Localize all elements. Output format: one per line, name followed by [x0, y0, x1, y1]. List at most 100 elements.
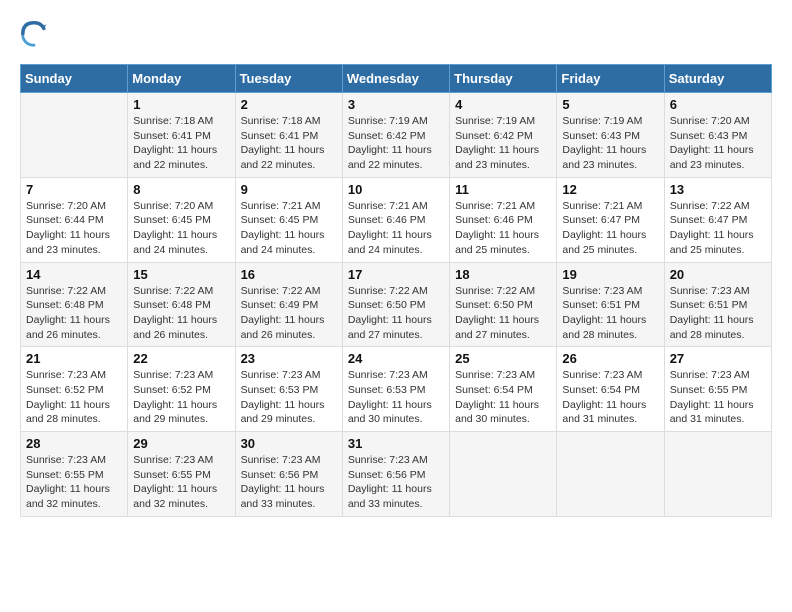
- day-detail: Sunrise: 7:22 AM Sunset: 6:48 PM Dayligh…: [26, 284, 122, 343]
- day-detail: Sunrise: 7:23 AM Sunset: 6:53 PM Dayligh…: [348, 368, 444, 427]
- logo: [20, 20, 54, 48]
- day-detail: Sunrise: 7:22 AM Sunset: 6:48 PM Dayligh…: [133, 284, 229, 343]
- day-number: 10: [348, 182, 444, 197]
- calendar-cell: 8 Sunrise: 7:20 AM Sunset: 6:45 PM Daylig…: [128, 177, 235, 262]
- day-number: 2: [241, 97, 337, 112]
- day-detail: Sunrise: 7:23 AM Sunset: 6:52 PM Dayligh…: [26, 368, 122, 427]
- day-detail: Sunrise: 7:21 AM Sunset: 6:45 PM Dayligh…: [241, 199, 337, 258]
- week-row-5: 28 Sunrise: 7:23 AM Sunset: 6:55 PM Dayli…: [21, 432, 772, 517]
- day-number: 27: [670, 351, 766, 366]
- calendar-cell: [557, 432, 664, 517]
- day-number: 23: [241, 351, 337, 366]
- day-number: 16: [241, 267, 337, 282]
- calendar-cell: 6Sunrise: 7:20 AM Sunset: 6:43 PM Daylig…: [664, 93, 771, 178]
- calendar-cell: 31 Sunrise: 7:23 AM Sunset: 6:56 PM Dayli…: [342, 432, 449, 517]
- calendar-cell: 26 Sunrise: 7:23 AM Sunset: 6:54 PM Dayli…: [557, 347, 664, 432]
- col-header-saturday: Saturday: [664, 65, 771, 93]
- day-number: 29: [133, 436, 229, 451]
- calendar-cell: 28 Sunrise: 7:23 AM Sunset: 6:55 PM Dayli…: [21, 432, 128, 517]
- col-header-friday: Friday: [557, 65, 664, 93]
- calendar-cell: 2 Sunrise: 7:18 AM Sunset: 6:41 PM Daylig…: [235, 93, 342, 178]
- calendar-cell: 3 Sunrise: 7:19 AM Sunset: 6:42 PM Daylig…: [342, 93, 449, 178]
- calendar-cell: 30Sunrise: 7:23 AM Sunset: 6:56 PM Dayli…: [235, 432, 342, 517]
- day-number: 22: [133, 351, 229, 366]
- day-number: 24: [348, 351, 444, 366]
- day-detail: Sunrise: 7:23 AM Sunset: 6:54 PM Dayligh…: [562, 368, 658, 427]
- day-number: 18: [455, 267, 551, 282]
- header-row: SundayMondayTuesdayWednesdayThursdayFrid…: [21, 65, 772, 93]
- calendar-cell: 14 Sunrise: 7:22 AM Sunset: 6:48 PM Dayli…: [21, 262, 128, 347]
- day-number: 31: [348, 436, 444, 451]
- calendar-cell: 15 Sunrise: 7:22 AM Sunset: 6:48 PM Dayli…: [128, 262, 235, 347]
- calendar-cell: 9 Sunrise: 7:21 AM Sunset: 6:45 PM Daylig…: [235, 177, 342, 262]
- calendar-table: SundayMondayTuesdayWednesdayThursdayFrid…: [20, 64, 772, 517]
- calendar-cell: 13Sunrise: 7:22 AM Sunset: 6:47 PM Dayli…: [664, 177, 771, 262]
- day-detail: Sunrise: 7:21 AM Sunset: 6:46 PM Dayligh…: [348, 199, 444, 258]
- day-number: 28: [26, 436, 122, 451]
- day-detail: Sunrise: 7:20 AM Sunset: 6:44 PM Dayligh…: [26, 199, 122, 258]
- day-number: 30: [241, 436, 337, 451]
- calendar-cell: 22 Sunrise: 7:23 AM Sunset: 6:52 PM Dayli…: [128, 347, 235, 432]
- logo-icon: [20, 20, 48, 48]
- day-number: 8: [133, 182, 229, 197]
- day-detail: Sunrise: 7:22 AM Sunset: 6:49 PM Dayligh…: [241, 284, 337, 343]
- week-row-2: 7 Sunrise: 7:20 AM Sunset: 6:44 PM Daylig…: [21, 177, 772, 262]
- day-detail: Sunrise: 7:23 AM Sunset: 6:55 PM Dayligh…: [670, 368, 766, 427]
- day-number: 1: [133, 97, 229, 112]
- calendar-cell: 20 Sunrise: 7:23 AM Sunset: 6:51 PM Dayli…: [664, 262, 771, 347]
- calendar-cell: 16 Sunrise: 7:22 AM Sunset: 6:49 PM Dayli…: [235, 262, 342, 347]
- page-header: [20, 20, 772, 48]
- calendar-cell: 23 Sunrise: 7:23 AM Sunset: 6:53 PM Dayli…: [235, 347, 342, 432]
- day-detail: Sunrise: 7:18 AM Sunset: 6:41 PM Dayligh…: [133, 114, 229, 173]
- calendar-cell: 10 Sunrise: 7:21 AM Sunset: 6:46 PM Dayli…: [342, 177, 449, 262]
- day-number: 11: [455, 182, 551, 197]
- day-number: 14: [26, 267, 122, 282]
- day-number: 6: [670, 97, 766, 112]
- day-detail: Sunrise: 7:18 AM Sunset: 6:41 PM Dayligh…: [241, 114, 337, 173]
- col-header-thursday: Thursday: [450, 65, 557, 93]
- day-detail: Sunrise: 7:19 AM Sunset: 6:43 PM Dayligh…: [562, 114, 658, 173]
- day-number: 17: [348, 267, 444, 282]
- col-header-tuesday: Tuesday: [235, 65, 342, 93]
- day-detail: Sunrise: 7:23 AM Sunset: 6:55 PM Dayligh…: [26, 453, 122, 512]
- day-number: 25: [455, 351, 551, 366]
- calendar-cell: 25Sunrise: 7:23 AM Sunset: 6:54 PM Dayli…: [450, 347, 557, 432]
- day-number: 13: [670, 182, 766, 197]
- day-number: 7: [26, 182, 122, 197]
- calendar-cell: 29Sunrise: 7:23 AM Sunset: 6:55 PM Dayli…: [128, 432, 235, 517]
- week-row-1: 1 Sunrise: 7:18 AM Sunset: 6:41 PM Daylig…: [21, 93, 772, 178]
- calendar-cell: 17Sunrise: 7:22 AM Sunset: 6:50 PM Dayli…: [342, 262, 449, 347]
- col-header-sunday: Sunday: [21, 65, 128, 93]
- day-detail: Sunrise: 7:19 AM Sunset: 6:42 PM Dayligh…: [455, 114, 551, 173]
- day-number: 12: [562, 182, 658, 197]
- calendar-cell: 5 Sunrise: 7:19 AM Sunset: 6:43 PM Daylig…: [557, 93, 664, 178]
- day-detail: Sunrise: 7:22 AM Sunset: 6:50 PM Dayligh…: [455, 284, 551, 343]
- day-detail: Sunrise: 7:20 AM Sunset: 6:45 PM Dayligh…: [133, 199, 229, 258]
- day-detail: Sunrise: 7:23 AM Sunset: 6:51 PM Dayligh…: [670, 284, 766, 343]
- day-number: 19: [562, 267, 658, 282]
- week-row-4: 21 Sunrise: 7:23 AM Sunset: 6:52 PM Dayli…: [21, 347, 772, 432]
- day-number: 5: [562, 97, 658, 112]
- calendar-cell: 12Sunrise: 7:21 AM Sunset: 6:47 PM Dayli…: [557, 177, 664, 262]
- day-detail: Sunrise: 7:23 AM Sunset: 6:51 PM Dayligh…: [562, 284, 658, 343]
- day-detail: Sunrise: 7:23 AM Sunset: 6:52 PM Dayligh…: [133, 368, 229, 427]
- day-number: 9: [241, 182, 337, 197]
- day-number: 26: [562, 351, 658, 366]
- calendar-cell: 4 Sunrise: 7:19 AM Sunset: 6:42 PM Daylig…: [450, 93, 557, 178]
- calendar-cell: [21, 93, 128, 178]
- day-detail: Sunrise: 7:23 AM Sunset: 6:56 PM Dayligh…: [348, 453, 444, 512]
- day-number: 21: [26, 351, 122, 366]
- week-row-3: 14 Sunrise: 7:22 AM Sunset: 6:48 PM Dayli…: [21, 262, 772, 347]
- calendar-cell: 24 Sunrise: 7:23 AM Sunset: 6:53 PM Dayli…: [342, 347, 449, 432]
- calendar-cell: 7 Sunrise: 7:20 AM Sunset: 6:44 PM Daylig…: [21, 177, 128, 262]
- day-detail: Sunrise: 7:23 AM Sunset: 6:53 PM Dayligh…: [241, 368, 337, 427]
- day-detail: Sunrise: 7:21 AM Sunset: 6:46 PM Dayligh…: [455, 199, 551, 258]
- day-number: 15: [133, 267, 229, 282]
- day-number: 3: [348, 97, 444, 112]
- day-number: 20: [670, 267, 766, 282]
- day-detail: Sunrise: 7:19 AM Sunset: 6:42 PM Dayligh…: [348, 114, 444, 173]
- calendar-cell: [450, 432, 557, 517]
- calendar-cell: 27 Sunrise: 7:23 AM Sunset: 6:55 PM Dayli…: [664, 347, 771, 432]
- calendar-cell: 21 Sunrise: 7:23 AM Sunset: 6:52 PM Dayli…: [21, 347, 128, 432]
- day-number: 4: [455, 97, 551, 112]
